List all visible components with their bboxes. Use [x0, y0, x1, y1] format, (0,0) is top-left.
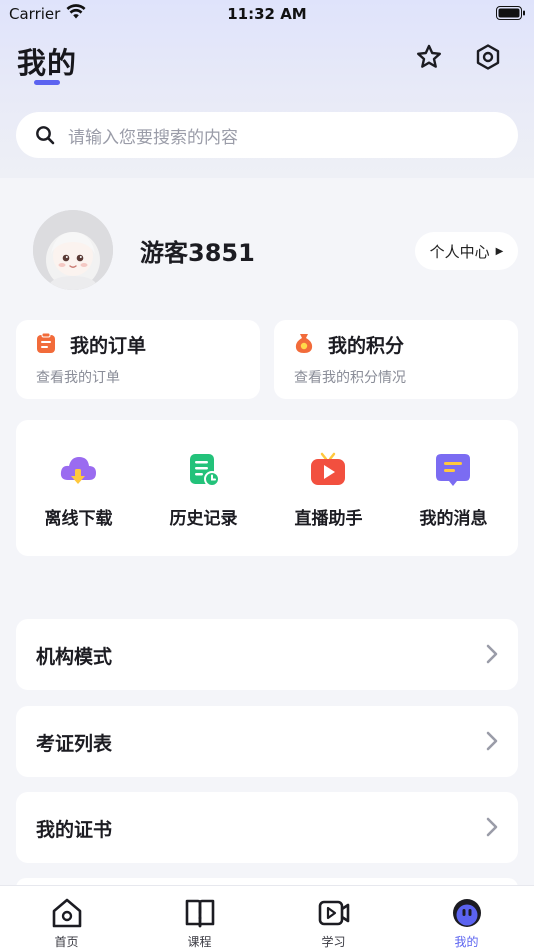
- orders-card[interactable]: 我的订单 查看我的订单: [16, 320, 260, 399]
- battery-icon: [496, 6, 526, 24]
- menu-item-institution-mode[interactable]: 机构模式: [16, 619, 518, 690]
- chevron-right-icon: [486, 644, 498, 664]
- tool-offline-download[interactable]: 离线下载: [16, 420, 141, 556]
- tool-live-assistant-label: 直播助手: [294, 509, 363, 529]
- avatar[interactable]: [33, 210, 113, 290]
- orders-subtitle: 查看我的订单: [36, 370, 120, 386]
- menu-item-certification-list[interactable]: 考证列表: [16, 706, 518, 777]
- menu-item-label: 考证列表: [36, 733, 113, 755]
- tab-profile[interactable]: 我的: [400, 886, 533, 950]
- profile-center-label: 个人中心: [429, 242, 490, 261]
- tool-offline-download-label: 离线下载: [44, 509, 113, 529]
- search-input[interactable]: 请输入您要搜索的内容: [68, 123, 238, 148]
- status-bar: Carrier 11:32 AM: [0, 0, 534, 28]
- points-card[interactable]: 我的积分 查看我的积分情况: [274, 320, 518, 399]
- profile-center-button[interactable]: 个人中心 ▶: [415, 232, 518, 270]
- book-icon: [183, 896, 217, 930]
- tab-home-label: 首页: [54, 935, 79, 949]
- search-bar[interactable]: 请输入您要搜索的内容: [16, 112, 518, 158]
- tab-profile-label: 我的: [454, 935, 479, 949]
- tool-history[interactable]: 历史记录: [141, 420, 266, 556]
- cloud-download-icon: [58, 450, 98, 490]
- chevron-right-icon: [486, 731, 498, 751]
- live-tv-icon: [308, 450, 348, 490]
- menu-item-label: 机构模式: [36, 646, 113, 668]
- clock: 11:32 AM: [227, 5, 307, 23]
- user-name: 游客3851: [140, 239, 255, 267]
- triangle-right-icon: ▶: [495, 245, 504, 257]
- home-icon: [50, 896, 84, 930]
- history-doc-icon: [183, 450, 223, 490]
- profile-face-icon: [450, 896, 484, 930]
- title-underline: [34, 80, 60, 85]
- tab-home[interactable]: 首页: [0, 886, 133, 950]
- tab-study-label: 学习: [321, 935, 346, 949]
- settings-gear-icon[interactable]: [471, 40, 505, 74]
- message-icon: [433, 450, 473, 490]
- points-title: 我的积分: [328, 335, 405, 357]
- tab-study[interactable]: 学习: [267, 886, 400, 950]
- tool-history-label: 历史记录: [169, 509, 238, 529]
- tab-courses[interactable]: 课程: [133, 886, 266, 950]
- tools-panel: 离线下载 历史记录 直播助手 我的消息: [16, 420, 518, 556]
- search-icon: [34, 124, 56, 146]
- tool-messages[interactable]: 我的消息: [391, 420, 516, 556]
- page-title: 我的: [17, 46, 78, 80]
- tool-live-assistant[interactable]: 直播助手: [266, 420, 391, 556]
- clipboard-icon: [36, 332, 56, 354]
- menu-item-label: 我的证书: [36, 819, 113, 841]
- tool-messages-label: 我的消息: [419, 509, 488, 529]
- points-subtitle: 查看我的积分情况: [294, 370, 406, 386]
- orders-title: 我的订单: [70, 335, 147, 357]
- chevron-right-icon: [486, 817, 498, 837]
- menu-item-my-certificates[interactable]: 我的证书: [16, 792, 518, 863]
- tab-courses-label: 课程: [187, 935, 212, 949]
- favorite-star-icon[interactable]: [412, 40, 446, 74]
- money-bag-icon: [294, 332, 314, 354]
- tab-bar: 首页 课程 学习 我的: [0, 885, 534, 950]
- video-play-icon: [317, 896, 351, 930]
